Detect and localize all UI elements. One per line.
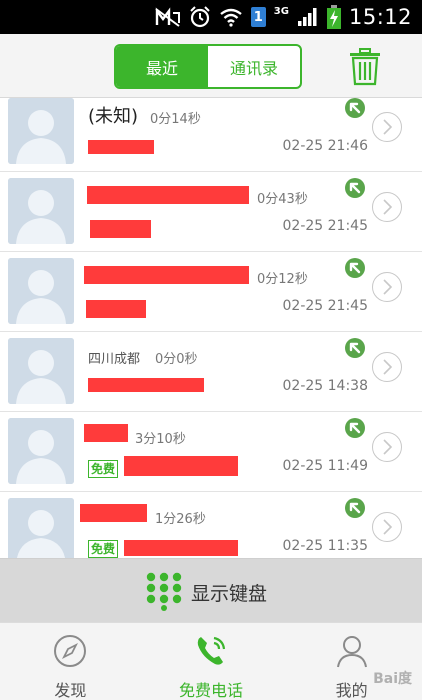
nav-me-label: 我的 — [335, 681, 368, 700]
redaction-box — [90, 220, 151, 238]
tab-switcher: 最近 通讯录 — [114, 44, 302, 89]
call-duration: 0分12秒 — [257, 272, 308, 287]
redaction-box — [84, 266, 249, 284]
mute-icon — [155, 7, 181, 27]
show-keypad-button[interactable]: 显示键盘 — [0, 558, 422, 622]
phone-icon — [193, 633, 229, 673]
battery-charging-icon — [326, 5, 341, 29]
outgoing-call-icon — [345, 178, 365, 198]
call-time: 02-25 14:38 — [282, 378, 368, 394]
call-duration: 0分0秒 — [155, 352, 198, 367]
avatar — [8, 338, 74, 404]
call-log-row[interactable]: 0分43秒 02-25 21:45 — [0, 172, 422, 252]
call-time: 02-25 11:35 — [282, 538, 368, 554]
call-time: 02-25 21:45 — [282, 298, 368, 314]
call-log-row[interactable]: 1分26秒 免费 02-25 11:35 — [0, 492, 422, 558]
avatar — [8, 258, 74, 324]
call-time: 02-25 11:49 — [282, 458, 368, 474]
chevron-right-icon[interactable] — [372, 192, 402, 222]
header-bar: 最近 通讯录 — [0, 34, 422, 98]
status-bar: 1 3G 15:12 — [0, 0, 422, 34]
call-log-row[interactable]: 3分10秒 免费 02-25 11:49 — [0, 412, 422, 492]
call-log-row[interactable]: 0分12秒 02-25 21:45 — [0, 252, 422, 332]
watermark-logo: Bai度 — [373, 671, 412, 687]
sim-icon: 1 — [250, 7, 266, 27]
avatar — [8, 498, 74, 558]
redaction-box — [124, 456, 238, 476]
redaction-box — [124, 540, 238, 556]
contact-name: (未知) — [88, 106, 139, 127]
call-duration: 0分43秒 — [257, 192, 308, 207]
redaction-box — [86, 300, 146, 318]
outgoing-call-icon — [345, 338, 365, 358]
avatar — [8, 178, 74, 244]
chevron-right-icon[interactable] — [372, 272, 402, 302]
clock-time: 15:12 — [348, 5, 412, 29]
dialpad-icon — [144, 571, 184, 615]
user-icon — [334, 633, 370, 673]
free-call-badge: 免费 — [88, 540, 119, 558]
call-time: 02-25 21:46 — [282, 138, 368, 154]
redaction-box — [88, 378, 204, 392]
nav-me[interactable]: 我的 — [281, 623, 422, 700]
trash-icon[interactable] — [348, 48, 382, 86]
redaction-box — [80, 504, 147, 522]
chevron-right-icon[interactable] — [372, 352, 402, 382]
nav-discover[interactable]: 发现 — [0, 623, 141, 700]
outgoing-call-icon — [345, 418, 365, 438]
redaction-box — [87, 186, 249, 204]
signal-icon — [297, 7, 319, 27]
chevron-right-icon[interactable] — [372, 432, 402, 462]
show-keypad-label: 显示键盘 — [191, 583, 268, 605]
free-call-badge: 免费 — [88, 460, 119, 478]
call-log-list: (未知) 0分14秒 02-25 21:46 0分43秒 02-25 21:45 — [0, 98, 422, 558]
outgoing-call-icon — [345, 98, 365, 118]
call-time: 02-25 21:45 — [282, 218, 368, 234]
call-duration: 0分14秒 — [150, 112, 201, 127]
contact-name: 四川成都 — [88, 352, 141, 367]
avatar — [8, 418, 74, 484]
call-log-row[interactable]: 四川成都 0分0秒 02-25 14:38 — [0, 332, 422, 412]
network-type-label: 3G — [273, 5, 289, 17]
wifi-icon — [219, 7, 243, 27]
redaction-box — [84, 424, 128, 442]
call-log-row[interactable]: (未知) 0分14秒 02-25 21:46 — [0, 98, 422, 172]
compass-icon — [52, 633, 88, 673]
tab-recent[interactable]: 最近 — [116, 46, 208, 87]
nav-free-call[interactable]: 免费电话 — [141, 623, 282, 700]
bottom-nav: 发现 免费电话 我的 Bai度 — [0, 622, 422, 700]
nav-free-call-label: 免费电话 — [179, 681, 244, 700]
avatar — [8, 98, 74, 164]
call-duration: 1分26秒 — [155, 512, 206, 527]
chevron-right-icon[interactable] — [372, 112, 402, 142]
outgoing-call-icon — [345, 498, 365, 518]
redaction-box — [88, 140, 154, 154]
tab-contacts[interactable]: 通讯录 — [208, 46, 300, 87]
chevron-right-icon[interactable] — [372, 512, 402, 542]
nav-discover-label: 发现 — [54, 681, 87, 700]
outgoing-call-icon — [345, 258, 365, 278]
call-duration: 3分10秒 — [135, 432, 186, 447]
alarm-icon — [189, 6, 211, 28]
